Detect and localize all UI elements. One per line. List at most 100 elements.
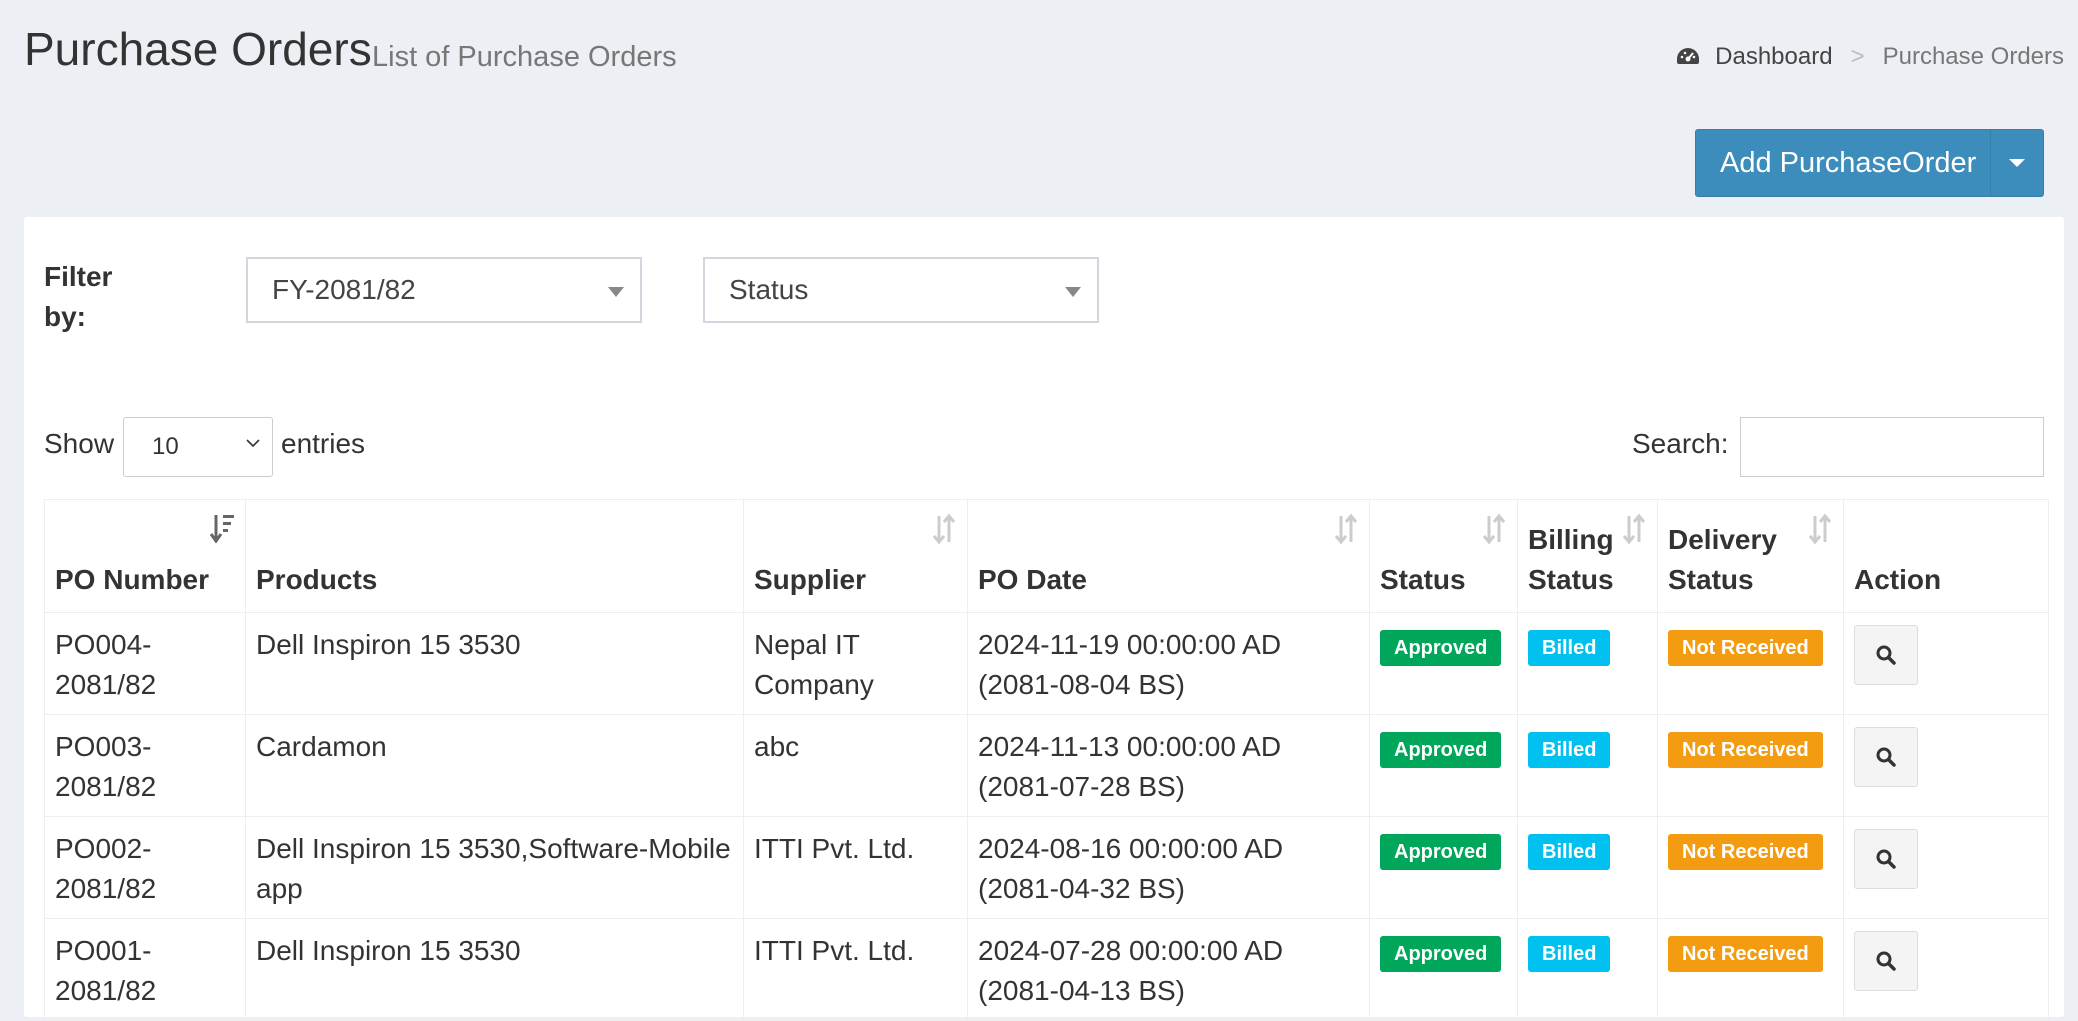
cell-status: Approved: [1369, 612, 1518, 715]
table-row: PO002-2081/82 Dell Inspiron 15 3530,Soft…: [44, 816, 2049, 919]
breadcrumb-dashboard-link[interactable]: Dashboard: [1715, 43, 1832, 71]
search-icon: [1876, 747, 1896, 767]
view-button[interactable]: [1854, 931, 1918, 991]
cell-status: Approved: [1369, 816, 1518, 919]
billing-status-badge: Billed: [1528, 732, 1611, 768]
purchase-orders-table: PO Number Products Supplier PO Date Stat…: [44, 499, 2049, 1021]
column-header-po-number[interactable]: PO Number: [44, 499, 246, 613]
search-input[interactable]: [1740, 417, 2044, 477]
cell-billing-status: Billed: [1517, 612, 1658, 715]
cell-po-number: PO003-2081/82: [44, 714, 246, 817]
dropdown-arrow-icon: [1065, 287, 1081, 297]
fiscal-year-select[interactable]: FY-2081/82: [246, 257, 642, 323]
delivery-status-badge: Not Received: [1668, 630, 1823, 666]
entries-label: entries: [281, 428, 366, 459]
delivery-status-badge: Not Received: [1668, 936, 1823, 972]
cell-po-date: 2024-11-19 00:00:00 AD (2081-08-04 BS): [967, 612, 1370, 715]
column-header-action: Action: [1843, 499, 2049, 613]
sort-icon: [1622, 513, 1646, 545]
sort-icon: [1334, 513, 1358, 545]
cell-supplier: ITTI Pvt. Ltd.: [743, 918, 968, 1021]
table-header-row: PO Number Products Supplier PO Date Stat…: [44, 499, 2049, 613]
view-button[interactable]: [1854, 625, 1918, 685]
view-button[interactable]: [1854, 727, 1918, 787]
cell-action: [1843, 714, 2049, 817]
column-header-status[interactable]: Status: [1369, 499, 1518, 613]
view-button[interactable]: [1854, 829, 1918, 889]
cell-action: [1843, 612, 2049, 715]
cell-action: [1843, 816, 2049, 919]
sort-icon: [932, 513, 956, 545]
cell-po-date: 2024-11-13 00:00:00 AD (2081-07-28 BS): [967, 714, 1370, 817]
page-length-value: 10: [152, 433, 179, 460]
column-header-billing-status[interactable]: Billing Status: [1517, 499, 1658, 613]
cell-delivery-status: Not Received: [1657, 612, 1844, 715]
cell-billing-status: Billed: [1517, 714, 1658, 817]
status-filter-value: Status: [729, 274, 809, 305]
page-length-select[interactable]: 10: [123, 417, 273, 477]
billing-status-badge: Billed: [1528, 936, 1611, 972]
cell-products: Dell Inspiron 15 3530: [245, 918, 744, 1021]
filter-label: Filter by:: [44, 261, 113, 332]
column-header-supplier[interactable]: Supplier: [743, 499, 968, 613]
search-icon: [1876, 951, 1896, 971]
cell-action: [1843, 918, 2049, 1021]
caret-down-icon: [2009, 159, 2025, 167]
billing-status-badge: Billed: [1528, 630, 1611, 666]
status-badge: Approved: [1380, 630, 1502, 666]
column-label: Delivery Status: [1668, 524, 1777, 595]
column-header-po-date[interactable]: PO Date: [967, 499, 1370, 613]
cell-supplier: ITTI Pvt. Ltd.: [743, 816, 968, 919]
column-label: Supplier: [754, 564, 867, 595]
billing-status-badge: Billed: [1528, 834, 1611, 870]
add-purchase-order-group: Add PurchaseOrder: [1695, 129, 2044, 197]
breadcrumb-current: Purchase Orders: [1882, 43, 2064, 70]
sort-icon: [1482, 513, 1506, 545]
column-label: Products: [256, 564, 378, 595]
status-filter-select[interactable]: Status: [703, 257, 1099, 323]
cell-po-date: 2024-08-16 00:00:00 AD (2081-04-32 BS): [967, 816, 1370, 919]
cell-products: Cardamon: [245, 714, 744, 817]
cell-po-date: 2024-07-28 00:00:00 AD (2081-04-13 BS): [967, 918, 1370, 1021]
search-icon: [1876, 645, 1896, 665]
cell-products: Dell Inspiron 15 3530,Software-Mobile ap…: [245, 816, 744, 919]
content-box: Filter by: FY-2081/82 Status Show 10 ent…: [24, 217, 2064, 1021]
page-title: Purchase Orders: [24, 23, 372, 75]
sort-icon: [1808, 513, 1832, 545]
column-header-products: Products: [245, 499, 744, 613]
page-subtitle: List of Purchase Orders: [372, 41, 677, 73]
dashboard-icon: [1677, 48, 1700, 64]
column-label: PO Date: [978, 564, 1087, 595]
column-label: Action: [1854, 564, 1942, 595]
status-badge: Approved: [1380, 732, 1502, 768]
status-badge: Approved: [1380, 834, 1502, 870]
breadcrumb: Dashboard > Purchase Orders: [1675, 43, 2064, 71]
table-row: PO003-2081/82 Cardamon abc 2024-11-13 00…: [44, 714, 2049, 817]
show-label: Show: [44, 428, 115, 459]
table-row: PO004-2081/82 Dell Inspiron 15 3530 Nepa…: [44, 612, 2049, 715]
add-options-dropdown-toggle[interactable]: [1990, 130, 2043, 196]
breadcrumb-separator: >: [1850, 43, 1865, 70]
cell-supplier: Nepal IT Company: [743, 612, 968, 715]
column-label: Billing Status: [1528, 524, 1614, 595]
cell-supplier: abc: [743, 714, 968, 817]
sort-desc-icon: [209, 515, 234, 544]
delivery-status-badge: Not Received: [1668, 732, 1823, 768]
search-icon: [1876, 849, 1896, 869]
cell-po-number: PO004-2081/82: [44, 612, 246, 715]
chevron-down-icon: [246, 439, 260, 448]
cell-billing-status: Billed: [1517, 918, 1658, 1021]
cell-delivery-status: Not Received: [1657, 816, 1844, 919]
cell-status: Approved: [1369, 714, 1518, 817]
status-badge: Approved: [1380, 936, 1502, 972]
table-row: PO001-2081/82 Dell Inspiron 15 3530 ITTI…: [44, 918, 2049, 1021]
cell-delivery-status: Not Received: [1657, 714, 1844, 817]
cell-products: Dell Inspiron 15 3530: [245, 612, 744, 715]
column-label: PO Number: [55, 564, 210, 595]
add-purchase-order-button[interactable]: Add PurchaseOrder: [1696, 130, 1990, 196]
fiscal-year-value: FY-2081/82: [272, 274, 416, 305]
cell-billing-status: Billed: [1517, 816, 1658, 919]
column-label: Status: [1380, 564, 1466, 595]
delivery-status-badge: Not Received: [1668, 834, 1823, 870]
column-header-delivery-status[interactable]: Delivery Status: [1657, 499, 1844, 613]
